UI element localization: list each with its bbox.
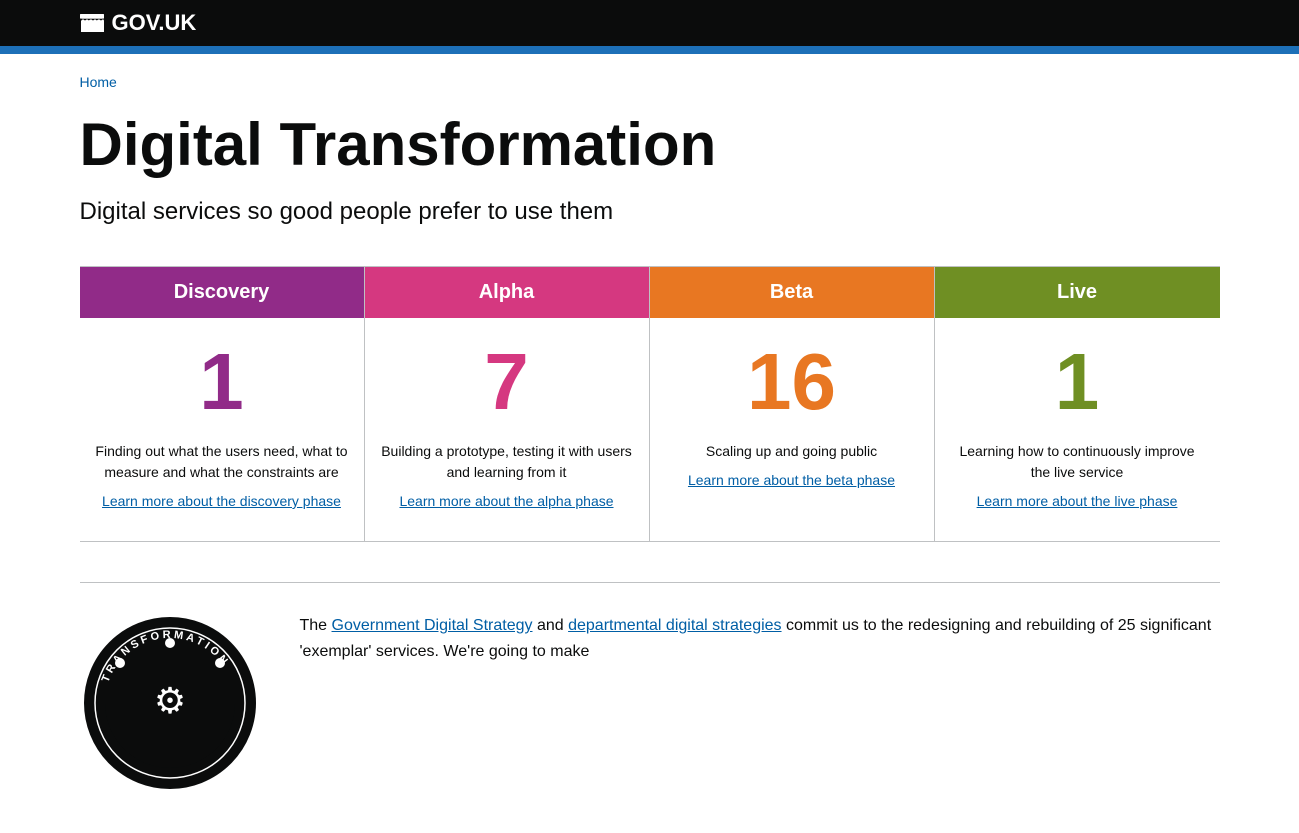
phase-live: Live 1 Learning how to continuously impr…: [935, 267, 1220, 541]
phase-alpha-description: Building a prototype, testing it with us…: [380, 441, 634, 483]
phase-discovery-header: Discovery: [80, 267, 364, 318]
phase-live-description: Learning how to continuously improve the…: [950, 441, 1205, 483]
section-divider: [80, 582, 1220, 583]
phases-grid: Discovery 1 Finding out what the users n…: [80, 266, 1220, 542]
breadcrumb-home-link[interactable]: Home: [80, 74, 117, 90]
svg-text:⚙: ⚙: [153, 680, 185, 721]
phase-beta-link[interactable]: Learn more about the beta phase: [688, 472, 895, 488]
government-digital-strategy-link[interactable]: Government Digital Strategy: [332, 617, 533, 634]
main-content: Home Digital Transformation Digital serv…: [50, 54, 1250, 833]
phase-discovery-description: Finding out what the users need, what to…: [95, 441, 349, 483]
departmental-digital-strategies-link[interactable]: departmental digital strategies: [568, 617, 781, 634]
blue-accent-bar: [0, 46, 1299, 54]
phase-alpha: Alpha 7 Building a prototype, testing it…: [365, 267, 650, 541]
phase-discovery-link[interactable]: Learn more about the discovery phase: [102, 493, 341, 509]
crown-icon: [80, 13, 104, 33]
bottom-text-before-link1: The: [300, 617, 332, 634]
phase-live-header: Live: [935, 267, 1220, 318]
phase-discovery: Discovery 1 Finding out what the users n…: [80, 267, 365, 541]
phase-alpha-count: 7: [380, 338, 634, 426]
phase-alpha-link[interactable]: Learn more about the alpha phase: [399, 493, 613, 509]
phase-live-link[interactable]: Learn more about the live phase: [977, 493, 1178, 509]
phase-beta-header: Beta: [650, 267, 934, 318]
phase-live-count: 1: [950, 338, 1205, 426]
phase-alpha-header: Alpha: [365, 267, 649, 318]
page-subtitle: Digital services so good people prefer t…: [80, 198, 1220, 226]
bottom-paragraph: The Government Digital Strategy and depa…: [300, 613, 1220, 664]
phase-beta-count: 16: [665, 338, 919, 426]
page-title: Digital Transformation: [80, 112, 1220, 178]
bottom-section: TRANSFORMATION ⚙ The Government Digital …: [80, 613, 1220, 793]
phase-beta-description: Scaling up and going public: [665, 441, 919, 462]
bottom-description: The Government Digital Strategy and depa…: [300, 613, 1220, 664]
breadcrumb: Home: [80, 74, 1220, 92]
site-header: GOV.UK: [0, 0, 1299, 46]
phase-beta: Beta 16 Scaling up and going public Lear…: [650, 267, 935, 541]
gov-uk-text: GOV.UK: [112, 10, 197, 36]
transformation-logo: TRANSFORMATION ⚙: [80, 613, 260, 793]
phase-discovery-count: 1: [95, 338, 349, 426]
bottom-text-between: and: [533, 617, 569, 634]
gov-uk-logo[interactable]: GOV.UK: [80, 10, 197, 36]
